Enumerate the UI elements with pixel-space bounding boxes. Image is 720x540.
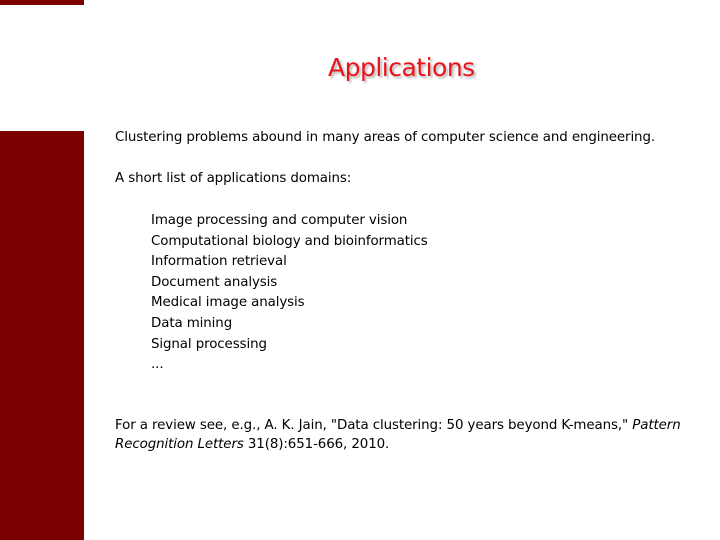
list-item: Data mining bbox=[151, 315, 233, 331]
reference-suffix: 31(8):651-666, 2010. bbox=[243, 437, 390, 452]
reference-citation: For a review see, e.g., A. K. Jain, "Dat… bbox=[115, 416, 681, 454]
reference-journal-continued: Recognition Letters bbox=[115, 437, 244, 452]
list-item: Computational biology and bioinformatics bbox=[151, 233, 428, 249]
list-item: Document analysis bbox=[151, 274, 278, 290]
slide-title: Applications bbox=[328, 53, 475, 82]
decorative-side-bar bbox=[0, 131, 84, 540]
journal-first-word: Pattern bbox=[632, 418, 681, 433]
list-item: Signal processing bbox=[151, 336, 267, 352]
list-item-ellipsis: ... bbox=[151, 357, 164, 373]
reference-journal: Pattern bbox=[632, 418, 680, 433]
list-item: Information retrieval bbox=[151, 254, 287, 270]
reference-prefix: For a review see, e.g., A. K. Jain, "Dat… bbox=[115, 418, 633, 433]
decorative-top-bar bbox=[0, 0, 84, 5]
intro-text: Clustering problems abound in many areas… bbox=[115, 130, 656, 145]
list-item: Image processing and computer vision bbox=[151, 213, 408, 228]
list-heading: A short list of applications domains: bbox=[115, 171, 352, 186]
domain-list: Image processing and computer vision Com… bbox=[151, 211, 428, 376]
list-item: Medical image analysis bbox=[151, 295, 305, 311]
